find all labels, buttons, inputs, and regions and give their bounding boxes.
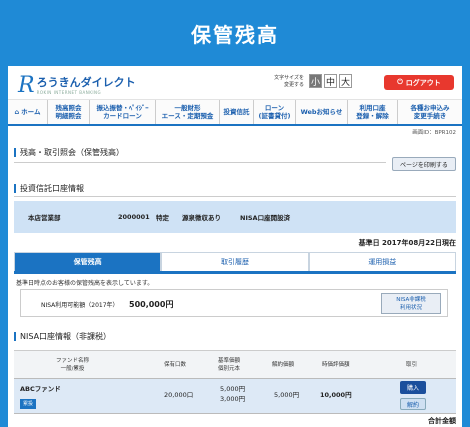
column-header-nav: 基準価額 個別元本 (218, 358, 241, 372)
main-nav: ⌂ ホーム 残高照会 明細照会 振込振替・ﾍﾟｲｼﾞｰ カードローン 一般財形 … (8, 100, 462, 126)
print-page-button[interactable]: ページを印刷する (392, 157, 456, 171)
logout-label: ログアウト (405, 78, 441, 87)
font-size-small-button[interactable]: 小 (309, 74, 322, 88)
held-units: 20,000口 (164, 391, 194, 399)
banner-title: 保管残高 (191, 22, 279, 47)
fund-name: ABCファンド (20, 385, 61, 393)
nav-item-applications[interactable]: 各種お申込み 変更手続き (398, 100, 462, 124)
screen-id: 画面ID：BPR102 (412, 130, 456, 136)
font-size-large-button[interactable]: 大 (339, 74, 352, 88)
accumulation-badge: 累投 (20, 399, 37, 409)
column-header-market-value: 時価評価額 (322, 362, 350, 368)
column-header-redemption: 解約価額 (272, 362, 295, 368)
app-screen: R ろうきんダイレクト ROKIN INTERNET BANKING 文字サイズ… (8, 66, 462, 427)
logo-text: ろうきんダイレクト (36, 76, 136, 89)
base-date: 基準日 2017年08月22日現在 (358, 239, 456, 247)
nisa-limit-box: NISA利用可能額（2017年） 500,000円 NISA非課税 利用状況 (20, 289, 448, 317)
tab-holdings[interactable]: 保管残高 (14, 252, 162, 271)
logo-subtext: ROKIN INTERNET BANKING (36, 90, 102, 95)
base-price: 5,000円 (220, 385, 246, 393)
table-header: ファンド名称 一般/累投 保有口数 基準価額 個別元本 解約価額 時価評価額 取… (14, 350, 456, 378)
nisa-usage-button[interactable]: NISA非課税 利用状況 (381, 293, 441, 314)
holdings-notice: 基準日時点のお客様の保管残高を表示しています。 (16, 280, 154, 287)
account-type: 特定 (156, 214, 169, 222)
tab-history[interactable]: 取引履歴 (161, 252, 309, 271)
logout-icon: ⏻ (397, 78, 403, 86)
nav-item-home[interactable]: ⌂ ホーム (8, 100, 48, 124)
withholding-status: 源泉徴収あり (182, 214, 221, 222)
nisa-section-title: NISA口座情報（非課税） (14, 332, 111, 341)
redemption-price: 5,000円 (274, 391, 300, 399)
nav-item-investment[interactable]: 投資信託 (220, 100, 254, 124)
nisa-limit-value: 500,000円 (129, 300, 174, 309)
column-header-trade: 取引 (406, 362, 418, 368)
individual-cost: 3,000円 (220, 395, 246, 403)
home-icon: ⌂ (14, 108, 20, 116)
nav-item-balance[interactable]: 残高照会 明細照会 (48, 100, 90, 124)
tab-bar: 保管残高 取引履歴 運用損益 (14, 252, 456, 274)
logout-button[interactable]: ⏻ ログアウト (384, 75, 454, 90)
divider (14, 196, 456, 197)
nav-item-web-notice[interactable]: Webお知らせ (296, 100, 348, 124)
font-size-label: 文字サイズを 変更する (274, 75, 304, 88)
market-value: 10,000円 (320, 391, 352, 399)
nav-item-savings[interactable]: 一般財形 エース・定期預金 (156, 100, 220, 124)
total-amount-label: 合計金額 (428, 417, 456, 425)
account-section-title: 投資信託口座情報 (14, 184, 84, 193)
column-header-units: 保有口数 (164, 362, 187, 368)
logo[interactable]: R ろうきんダイレクト ROKIN INTERNET BANKING (18, 73, 136, 98)
page-banner: 保管残高 (0, 0, 470, 66)
buy-button[interactable]: 購入 (400, 381, 426, 394)
nav-label: ホーム (21, 108, 41, 116)
account-number: 2000001 (118, 213, 150, 221)
app-header: R ろうきんダイレクト ROKIN INTERNET BANKING 文字サイズ… (8, 66, 462, 100)
logo-mark-icon: R (18, 73, 35, 98)
nav-item-loan[interactable]: ローン (証書貸付) (254, 100, 296, 124)
nav-item-account-registration[interactable]: 利用口座 登録・解除 (348, 100, 398, 124)
nisa-status: NISA口座開設済 (240, 214, 291, 222)
nisa-limit-label: NISA利用可能額（2017年） (41, 302, 119, 309)
column-header-fund: ファンド名称 一般/累投 (56, 358, 90, 372)
branch-name: 本店営業部 (28, 214, 61, 222)
account-info-panel: 本店営業部 2000001 特定 源泉徴収あり NISA口座開設済 (14, 201, 456, 233)
divider (14, 162, 386, 163)
table-row: ABCファンド 累投 20,000口 5,000円 3,000円 5,000円 … (14, 378, 456, 414)
sell-button[interactable]: 解約 (400, 398, 426, 410)
tab-profit-loss[interactable]: 運用損益 (308, 252, 456, 271)
page-title: 残高・取引照会（保管残高） (14, 148, 124, 157)
font-size-medium-button[interactable]: 中 (324, 74, 337, 88)
nav-item-transfer[interactable]: 振込振替・ﾍﾟｲｼﾞｰ カードローン (90, 100, 156, 124)
